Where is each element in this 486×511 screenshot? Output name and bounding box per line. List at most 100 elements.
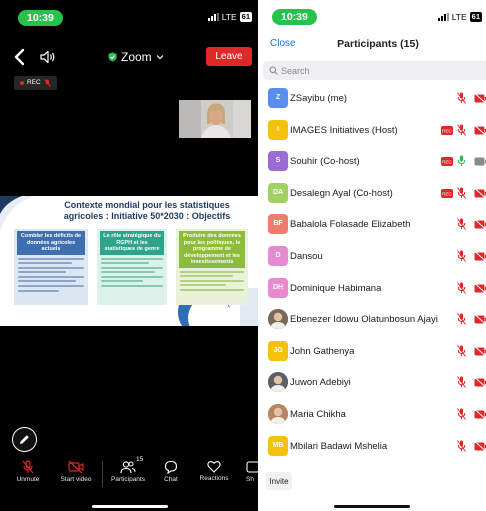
mic-muted-icon xyxy=(457,439,466,452)
avatar: DH xyxy=(268,277,288,298)
avatar: D xyxy=(268,246,288,266)
unmute-button[interactable]: Unmute xyxy=(0,456,56,490)
mic-muted-icon xyxy=(457,123,466,136)
participant-count: 15 xyxy=(136,456,144,463)
mic-muted-icon xyxy=(457,408,466,420)
recording-icon: REC xyxy=(441,125,453,135)
share-button[interactable]: Sh xyxy=(246,456,258,490)
participant-row[interactable]: MB Mbilari Badawi Mshelia xyxy=(258,435,486,459)
status-time: 10:39 xyxy=(18,10,63,26)
participant-row[interactable]: Maria Chikha xyxy=(258,403,486,427)
avatar: Z xyxy=(268,88,288,108)
avatar xyxy=(268,404,288,424)
avatar: DA xyxy=(268,182,288,203)
toolbar-label: Reactions xyxy=(199,475,229,482)
slide-column-3: Produire des données pour les politiques… xyxy=(176,229,248,305)
svg-text:REC: REC xyxy=(442,128,452,133)
toolbar-label: Chat xyxy=(164,476,178,483)
participant-name: Maria Chikha xyxy=(290,409,346,420)
status-bar: 10:39 LTE 61 xyxy=(0,0,258,32)
home-indicator xyxy=(334,505,410,508)
recording-icon: REC xyxy=(441,157,453,167)
video-off-icon xyxy=(474,219,486,231)
participants-button[interactable]: 15 Participants xyxy=(96,456,160,490)
video-off-icon xyxy=(474,314,486,326)
video-off-icon xyxy=(474,282,486,294)
video-off-icon xyxy=(474,409,486,420)
participant-name: Desalegn Ayal (Co-host) xyxy=(290,187,393,199)
pencil-icon xyxy=(20,435,29,444)
participant-row[interactable]: DA Desalegn Ayal (Co-host) REC xyxy=(258,182,486,206)
mic-muted-icon xyxy=(457,281,466,294)
profile-photo-icon xyxy=(268,372,288,393)
mic-muted-icon xyxy=(457,376,466,389)
avatar: MB xyxy=(268,435,288,456)
avatar: S xyxy=(268,151,288,172)
recording-badge: REC xyxy=(14,76,57,90)
active-speaker-video[interactable] xyxy=(179,100,251,138)
video-off-icon xyxy=(474,93,486,104)
battery-icon: 61 xyxy=(239,12,252,22)
mic-muted-icon xyxy=(457,313,466,325)
back-chevron-icon[interactable] xyxy=(13,48,27,66)
slide-column-header: Combler les déficits de données agricole… xyxy=(17,231,85,255)
meeting-toolbar: Unmute Start video 15 Participants Chat … xyxy=(0,456,258,490)
chat-button[interactable]: Chat xyxy=(160,456,182,490)
record-dot-icon xyxy=(20,81,24,85)
avatar: BF xyxy=(268,214,288,235)
search-input[interactable] xyxy=(263,61,486,80)
meeting-screen: 10:39 LTE 61 Zoom Leave REC Contexte mon… xyxy=(0,0,258,511)
status-indicators: LTE 61 xyxy=(207,12,252,22)
profile-photo-icon xyxy=(268,309,288,330)
video-off-icon xyxy=(474,251,486,262)
toolbar-label: Unmute xyxy=(16,476,40,483)
shared-slide: Contexte mondial pour les statistiques a… xyxy=(0,196,258,326)
avatar xyxy=(268,372,288,393)
participant-name: IMAGES Initiatives (Host) xyxy=(290,124,398,136)
signal-icon xyxy=(207,13,219,21)
leave-button[interactable]: Leave xyxy=(206,47,252,66)
status-indicators: LTE 61 xyxy=(437,12,482,22)
profile-photo-icon xyxy=(268,404,288,424)
participant-name: Dominique Habimana xyxy=(290,282,382,294)
participant-row[interactable]: DH Dominique Habimana xyxy=(258,277,486,301)
slide-column-2: Le rôle stratégique du RGPH et les stati… xyxy=(97,229,167,305)
share-icon xyxy=(246,461,258,473)
heart-icon xyxy=(207,461,221,473)
annotate-button[interactable] xyxy=(12,427,37,452)
toolbar-label: Start video xyxy=(60,476,92,483)
participant-row[interactable]: S Souhir (Co-host) REC xyxy=(258,150,486,174)
participant-name: Ebenezer Idowu Olatunbosun Ajayi xyxy=(290,314,438,326)
shield-check-icon xyxy=(108,52,117,62)
participant-name: Babalola Folasade Elizabeth xyxy=(290,219,411,231)
video-off-icon xyxy=(474,345,486,357)
participant-row[interactable]: I IMAGES Initiatives (Host) REC xyxy=(258,119,486,143)
participant-row[interactable]: Juwon Adebiyi xyxy=(258,371,486,395)
mic-icon xyxy=(457,155,466,167)
participant-row[interactable]: BF Babalola Folasade Elizabeth xyxy=(258,213,486,237)
participant-name: Souhir (Co-host) xyxy=(290,156,360,168)
chat-icon xyxy=(164,460,178,474)
participant-name: ZSayibu (me) xyxy=(290,93,348,104)
invite-button[interactable]: Invite xyxy=(266,472,292,490)
meeting-title: Zoom xyxy=(121,50,152,64)
participant-name: Mbilari Badawi Mshelia xyxy=(290,440,388,452)
reactions-button[interactable]: Reactions xyxy=(182,456,246,490)
participant-row[interactable]: Ebenezer Idowu Olatunbosun Ajayi xyxy=(258,308,486,332)
participants-screen: 10:39 LTE 61 Close Participants (15) ZZS… xyxy=(258,0,486,511)
screenshot-root: 10:39 LTE 61 Zoom Leave REC Contexte mon… xyxy=(0,0,486,511)
participant-row[interactable]: JG John Gathenya xyxy=(258,340,486,364)
slide-column-header: Produire des données pour les politiques… xyxy=(179,231,245,268)
participant-row[interactable]: D Dansou xyxy=(258,245,486,269)
mic-muted-icon xyxy=(43,79,51,87)
meeting-title-dropdown[interactable]: Zoom xyxy=(108,50,164,64)
search-icon xyxy=(269,66,278,75)
video-off-icon xyxy=(474,187,486,199)
video-icon xyxy=(474,157,486,166)
participants-icon xyxy=(120,461,136,474)
participant-name: Juwon Adebiyi xyxy=(290,377,351,389)
speaker-video-image xyxy=(179,100,251,138)
participant-row[interactable]: Z ZSayibu (me) xyxy=(258,87,486,111)
speaker-icon[interactable] xyxy=(40,50,56,64)
start-video-button[interactable]: Start video xyxy=(56,456,96,490)
